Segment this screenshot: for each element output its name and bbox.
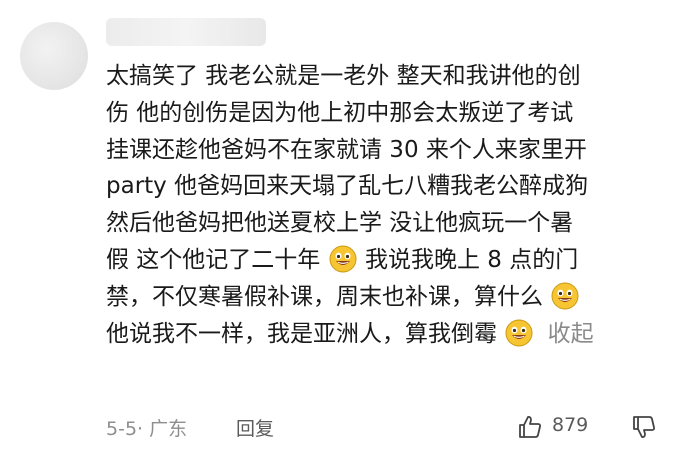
- collapse-link[interactable]: 收起: [548, 321, 594, 347]
- like-count: 879: [552, 414, 589, 436]
- avatar[interactable]: [20, 22, 88, 90]
- thumbs-up-icon[interactable]: [516, 413, 544, 441]
- comment-line-with-emoji: 假 这个他记了二十年 我说我晚上 8 点的门: [106, 242, 666, 279]
- username-blurred[interactable]: [106, 18, 266, 46]
- comment-line-with-emoji: 禁，不仅寒暑假补课，周末也补课，算什么: [106, 279, 666, 316]
- comment-line-with-emoji: 他说我不一样，我是亚洲人，算我倒霉 收起: [106, 316, 666, 353]
- comment-footer: 5-5· 广东 回复 879: [106, 410, 666, 446]
- comment-segment: 禁，不仅寒暑假补课，周末也补课，算什么: [106, 283, 543, 310]
- comment-segment: 他说我不一样，我是亚洲人，算我倒霉: [106, 320, 497, 347]
- comment-line: party 他爸妈回来天塌了乱七八糟我老公醉成狗: [106, 173, 589, 200]
- comment-line: 伤 他的创伤是因为他上初中那会太叛逆了考试: [106, 99, 574, 126]
- comment-line: 太搞笑了 我老公就是一老外 整天和我讲他的创: [106, 63, 581, 89]
- comment-text: 太搞笑了 我老公就是一老外 整天和我讲他的创 伤 他的创伤是因为他上初中那会太叛…: [106, 58, 666, 352]
- comment-segment: 我说我晚上 8 点的门: [364, 246, 579, 273]
- grinning-emoji-icon: [551, 282, 579, 310]
- comment-line: 挂课还趁他爸妈不在家就请 30 来个人来家里开: [106, 136, 587, 163]
- grinning-emoji-icon: [505, 319, 533, 347]
- grinning-emoji-icon: [329, 245, 357, 273]
- comment-segment: 假 这个他记了二十年: [106, 246, 321, 273]
- reply-button[interactable]: 回复: [236, 414, 274, 441]
- thumbs-down-icon[interactable]: [630, 413, 658, 441]
- comment-line: 然后他爸妈把他送夏校上学 没让他疯玩一个暑: [106, 210, 574, 237]
- timestamp-location: 5-5· 广东: [106, 418, 188, 440]
